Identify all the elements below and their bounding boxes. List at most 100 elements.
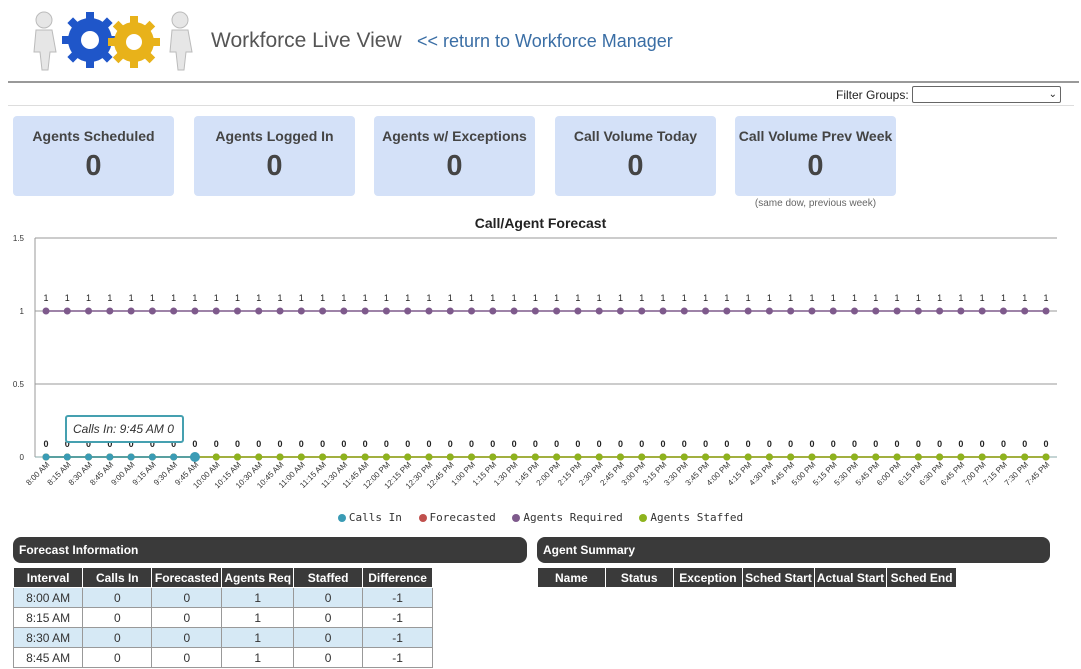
data-point: [148, 453, 156, 461]
data-point: [936, 307, 944, 315]
agent-summary-header: Agent Summary: [537, 537, 1050, 563]
legend-item-forecasted[interactable]: Forecasted: [418, 511, 496, 524]
column-header[interactable]: Status: [604, 567, 674, 588]
kpi-agents-exceptions: Agents w/ Exceptions 0: [374, 116, 535, 196]
data-label: 1: [384, 293, 389, 303]
column-header[interactable]: Staffed: [293, 567, 364, 588]
data-label: 1: [469, 293, 474, 303]
data-label: 0: [958, 439, 963, 449]
data-point: [893, 453, 901, 461]
data-point: [702, 453, 710, 461]
data-point: [1021, 307, 1029, 315]
data-point: [744, 453, 752, 461]
table-cell: 8:15 AM: [12, 607, 84, 628]
data-label: 1: [405, 293, 410, 303]
column-header[interactable]: Sched Start: [742, 567, 815, 588]
table-cell: 1: [221, 607, 295, 628]
column-header[interactable]: Difference: [362, 567, 433, 588]
data-point: [531, 307, 539, 315]
column-header[interactable]: Forecasted: [151, 567, 223, 588]
data-label: 1: [490, 293, 495, 303]
data-label: 1: [43, 293, 48, 303]
chevron-down-icon: ⌄: [1048, 89, 1057, 100]
data-label: 1: [852, 293, 857, 303]
column-header[interactable]: Calls In: [82, 567, 153, 588]
data-point: [851, 453, 859, 461]
legend-label: Agents Staffed: [650, 511, 744, 524]
column-header[interactable]: Sched End: [886, 567, 957, 588]
legend-dot: [337, 514, 346, 522]
column-header[interactable]: Interval: [12, 567, 84, 588]
data-point: [319, 307, 327, 315]
legend-item-agents-required[interactable]: Agents Required: [512, 511, 623, 524]
data-point: [510, 453, 518, 461]
data-point: [616, 307, 624, 315]
data-label: 1: [214, 293, 219, 303]
data-label: 0: [980, 439, 985, 449]
data-label: 0: [363, 439, 368, 449]
data-label: 0: [852, 439, 857, 449]
table-cell: 0: [293, 627, 364, 648]
column-header[interactable]: Name: [537, 567, 606, 588]
data-point: [191, 307, 199, 315]
data-point: [914, 453, 922, 461]
data-label: 0: [214, 439, 219, 449]
legend-label: Agents Required: [523, 511, 623, 524]
table-cell: 1: [221, 627, 295, 648]
data-point: [425, 307, 433, 315]
data-label: 1: [86, 293, 91, 303]
return-to-workforce-manager-link[interactable]: << return to Workforce Manager: [417, 31, 673, 52]
data-label: 0: [575, 439, 580, 449]
data-label: 0: [895, 439, 900, 449]
legend-item-agents-staffed[interactable]: Agents Staffed: [639, 511, 743, 524]
column-header[interactable]: Agents Req: [221, 567, 295, 588]
data-point: [978, 307, 986, 315]
data-point: [85, 307, 93, 315]
data-point: [999, 307, 1007, 315]
kpi-call-volume-prev-week: Call Volume Prev Week 0: [735, 116, 896, 196]
data-point: [63, 307, 71, 315]
data-label: 1: [724, 293, 729, 303]
data-label: 1: [554, 293, 559, 303]
x-tick-label: 7:45 PM: [1024, 460, 1052, 488]
data-label: 0: [554, 439, 559, 449]
data-label: 1: [895, 293, 900, 303]
legend-item-calls-in[interactable]: Calls In: [337, 511, 402, 524]
data-label: 1: [1022, 293, 1027, 303]
data-point: [340, 307, 348, 315]
data-point: [446, 453, 454, 461]
filter-groups-select[interactable]: ⌄: [912, 86, 1061, 103]
data-point: [787, 453, 795, 461]
legend-label: Forecasted: [429, 511, 496, 524]
table-cell: 0: [151, 587, 223, 608]
data-point: [106, 307, 114, 315]
data-point: [212, 453, 220, 461]
data-label: 1: [299, 293, 304, 303]
column-header[interactable]: Exception: [672, 567, 744, 588]
data-label: 0: [341, 439, 346, 449]
kpi-label: Call Volume Today: [573, 128, 698, 144]
data-label: 0: [43, 439, 48, 449]
column-header[interactable]: Actual Start: [813, 567, 888, 588]
data-label: 0: [235, 439, 240, 449]
data-label: 1: [916, 293, 921, 303]
data-point: [999, 453, 1007, 461]
kpi-call-volume-today: Call Volume Today 0: [555, 116, 716, 196]
data-point: [468, 307, 476, 315]
table-cell: -1: [362, 607, 433, 628]
kpi-value: 0: [446, 150, 463, 182]
table-cell: 0: [82, 587, 153, 608]
data-point: [893, 307, 901, 315]
agent-table-header-row: Name Status Exception Sched Start Actual…: [537, 567, 957, 588]
data-label: 0: [490, 439, 495, 449]
data-label: 0: [788, 439, 793, 449]
header-divider: [8, 81, 1079, 83]
kpi-value: 0: [807, 150, 824, 182]
data-label: 0: [1001, 439, 1006, 449]
data-point: [744, 307, 752, 315]
data-point: [616, 453, 624, 461]
y-tick-label: 0.5: [13, 380, 25, 389]
data-point: [212, 307, 220, 315]
data-label: 1: [597, 293, 602, 303]
data-label: 0: [639, 439, 644, 449]
